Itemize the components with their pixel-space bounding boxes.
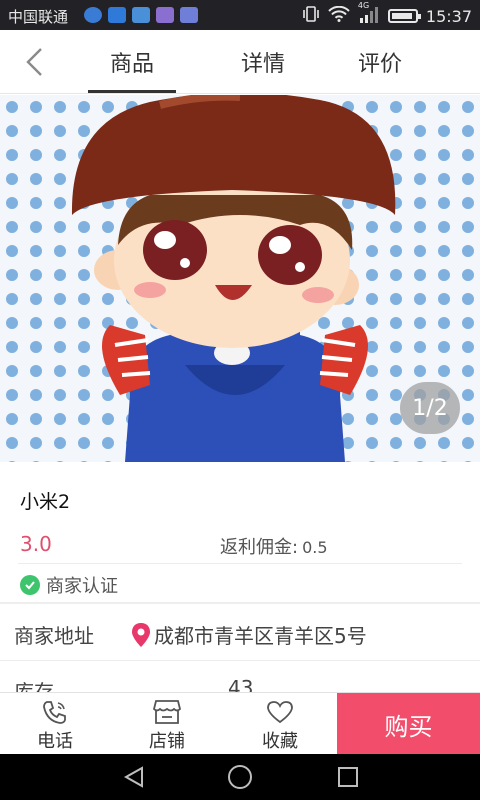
triangle-back-icon <box>123 766 143 788</box>
merchant-address-label: 商家地址 <box>14 624 94 648</box>
phone-button[interactable]: 电话 <box>10 693 100 755</box>
check-circle-icon <box>20 575 40 595</box>
product-price: 3.0 <box>20 532 52 556</box>
certification-label: 商家认证 <box>46 576 118 597</box>
merchant-certification: 商家认证 <box>20 572 118 598</box>
heart-icon <box>267 701 293 724</box>
rebate-label: 返利佣金: <box>220 537 299 558</box>
product-name: 小米2 <box>20 491 71 513</box>
tab-reviews[interactable]: 评价 <box>340 46 420 78</box>
notification-icons <box>84 7 198 23</box>
circle-home-icon <box>228 765 252 789</box>
phone-label: 电话 <box>37 731 73 752</box>
back-button[interactable] <box>14 44 54 80</box>
clock: 15:37 <box>425 6 472 26</box>
rebate-commission: 返利佣金: 0.5 <box>220 533 328 559</box>
image-pager: 1/2 <box>400 382 460 434</box>
divider <box>0 660 480 661</box>
chevron-left-icon <box>26 48 42 76</box>
system-back-button[interactable] <box>120 764 148 790</box>
phone-icon <box>43 701 66 724</box>
square-recents-icon <box>338 767 358 787</box>
section-divider <box>0 602 480 604</box>
notification-image-icon <box>132 7 150 23</box>
location-pin-icon <box>132 622 150 647</box>
system-nav-bar <box>0 754 480 800</box>
network-type: 4G <box>357 1 370 10</box>
battery-icon <box>387 9 421 23</box>
rebate-value: 0.5 <box>302 538 328 557</box>
product-image-carousel[interactable]: 1/2 <box>0 95 480 462</box>
status-bar: 中国联通 4G 15:37 <box>0 0 480 30</box>
top-nav: 商品 详情 评价 <box>0 30 480 94</box>
bottom-action-bar: 电话 店铺 收藏 购买 <box>0 692 480 755</box>
tab-goods[interactable]: 商品 <box>88 46 176 93</box>
carrier-name: 中国联通 <box>8 8 69 26</box>
signal-icon: 4G <box>358 1 380 27</box>
tab-details[interactable]: 详情 <box>223 46 303 78</box>
notification-message-icon <box>156 7 174 23</box>
wifi-icon <box>328 5 350 26</box>
notification-app-icon <box>84 7 102 23</box>
favorite-button[interactable]: 收藏 <box>235 693 325 755</box>
notification-chart-icon <box>108 7 126 23</box>
shop-label: 店铺 <box>149 731 185 752</box>
notification-wifi-icon <box>180 7 198 23</box>
buy-button[interactable]: 购买 <box>337 693 480 755</box>
favorite-label: 收藏 <box>262 731 298 752</box>
vibrate-icon <box>302 6 320 26</box>
system-home-button[interactable] <box>226 764 254 790</box>
divider <box>18 563 462 564</box>
merchant-address-value: 成都市青羊区青羊区5号 <box>154 624 367 648</box>
system-recents-button[interactable] <box>334 764 362 790</box>
shop-icon <box>153 700 181 724</box>
shop-button[interactable]: 店铺 <box>122 693 212 755</box>
merchant-address[interactable]: 成都市青羊区青羊区5号 <box>130 620 367 649</box>
